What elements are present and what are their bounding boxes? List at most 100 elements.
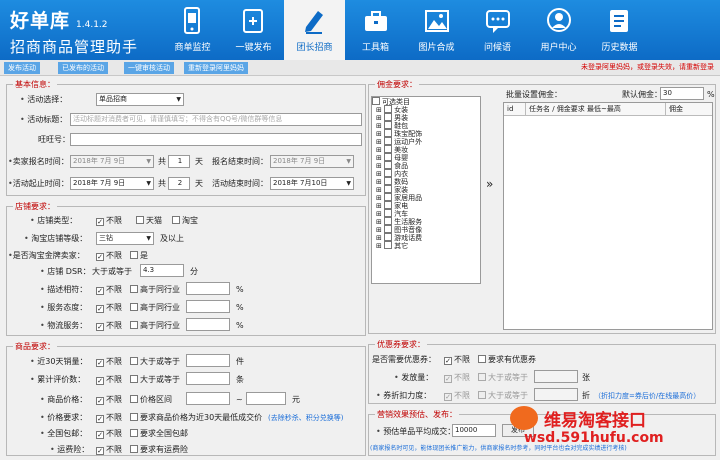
sign-end-date[interactable]: 2018年 7月 9日 ▼: [270, 155, 354, 168]
checkbox[interactable]: [478, 391, 486, 399]
checkbox[interactable]: [136, 216, 144, 224]
checkbox[interactable]: [172, 216, 180, 224]
tree-item[interactable]: ⊞ 运动户外: [372, 137, 480, 146]
desc-input[interactable]: [186, 282, 230, 295]
checkbox[interactable]: [384, 225, 393, 233]
shop-type-taobao[interactable]: 淘宝: [172, 215, 198, 227]
dsr-input[interactable]: 4.3: [140, 264, 184, 277]
tree-item[interactable]: ⊞ 图书音像: [372, 225, 480, 234]
checkbox[interactable]: [384, 145, 393, 153]
checkbox[interactable]: [384, 153, 393, 161]
desc-unlimited[interactable]: ✓ 不限: [96, 284, 122, 296]
gold-yes[interactable]: 是: [130, 250, 148, 262]
coupon-unlimited[interactable]: ✓ 不限: [444, 354, 470, 366]
checkbox[interactable]: [130, 429, 138, 437]
checkbox[interactable]: [130, 413, 138, 421]
checkbox[interactable]: [130, 357, 138, 365]
price-req-unlimited[interactable]: ✓ 不限: [96, 412, 122, 424]
tree-item[interactable]: ⊞ 数码: [372, 177, 480, 186]
shop-type-tmall[interactable]: 天猫: [136, 215, 162, 227]
price-max-input[interactable]: [246, 392, 286, 405]
activity-title-input[interactable]: 活动标题对消费者可见，请谨慎填写；不得含有QQ号/微信群等信息: [70, 113, 362, 126]
act-end-date[interactable]: 2018年 7月10日 ▼: [270, 177, 354, 190]
tree-item[interactable]: ⊞ 男装: [372, 113, 480, 122]
expand-icon[interactable]: ⊞: [376, 242, 382, 250]
nav-history[interactable]: 历史数据: [589, 0, 650, 60]
activity-select[interactable]: 单品招商 ▼: [96, 93, 184, 106]
nav-merchant[interactable]: 团长招商: [284, 0, 345, 60]
checkbox[interactable]: ✓: [444, 393, 452, 401]
coupon-required[interactable]: 要求有优惠券: [478, 354, 536, 366]
checkbox[interactable]: ✓: [96, 447, 104, 455]
checkbox[interactable]: ✓: [96, 377, 104, 385]
checkbox[interactable]: [130, 445, 138, 453]
checkbox[interactable]: [478, 373, 486, 381]
tree-item[interactable]: ⊞ 家居用品: [372, 193, 480, 202]
checkbox[interactable]: [384, 121, 393, 129]
task-table[interactable]: id 任务名 / 佣金要求 最低~最高 佣金: [503, 102, 713, 330]
default-commission-input[interactable]: 30: [660, 87, 704, 100]
logistics-input[interactable]: [186, 318, 230, 331]
checkbox[interactable]: ✓: [96, 415, 104, 423]
checkbox[interactable]: ✓: [96, 287, 104, 295]
checkbox[interactable]: ✓: [96, 397, 104, 405]
desc-above[interactable]: 高于同行业: [130, 284, 180, 296]
avg-deal-input[interactable]: 10000: [452, 424, 496, 437]
checkbox[interactable]: ✓: [96, 253, 104, 261]
discount-unlimited[interactable]: ✓ 不限: [444, 390, 470, 402]
price-req-lowest[interactable]: 要求商品价格为近30天最低成交价: [130, 412, 262, 424]
discount-gte[interactable]: 大于或等于: [478, 390, 528, 402]
checkbox[interactable]: [478, 355, 486, 363]
checkbox[interactable]: [384, 113, 393, 121]
checkbox[interactable]: ✓: [96, 323, 104, 331]
checkbox[interactable]: [384, 177, 393, 185]
checkbox[interactable]: [384, 233, 393, 241]
tree-item[interactable]: ⊞ 母婴: [372, 153, 480, 162]
sales-unlimited[interactable]: ✓ 不限: [96, 356, 122, 368]
nav-toolbox[interactable]: 工具箱: [345, 0, 406, 60]
checkbox[interactable]: [384, 137, 393, 145]
tree-root[interactable]: 可选类目: [372, 97, 480, 106]
tree-item[interactable]: ⊞ 游戏话费: [372, 233, 480, 242]
wangwang-input[interactable]: [70, 133, 362, 146]
checkbox[interactable]: ✓: [96, 431, 104, 439]
checkbox[interactable]: [384, 169, 393, 177]
checkbox[interactable]: ✓: [96, 359, 104, 367]
tree-item[interactable]: ⊞ 其它: [372, 241, 480, 250]
amount-unlimited[interactable]: ✓ 不限: [444, 372, 470, 384]
checkbox[interactable]: [384, 193, 393, 201]
checkbox[interactable]: [130, 285, 138, 293]
act-start-date[interactable]: 2018年 7月 9日 ▼: [70, 177, 154, 190]
tree-item[interactable]: ⊞ 鞋包: [372, 121, 480, 130]
tree-item[interactable]: ⊞ 家电: [372, 201, 480, 210]
service-above[interactable]: 高于同行业: [130, 302, 180, 314]
checkbox[interactable]: [384, 129, 393, 137]
gold-unlimited[interactable]: ✓ 不限: [96, 250, 122, 262]
logistics-above[interactable]: 高于同行业: [130, 320, 180, 332]
nav-greeting[interactable]: 问候语: [467, 0, 528, 60]
checkbox[interactable]: [384, 217, 393, 225]
freeship-unlimited[interactable]: ✓ 不限: [96, 428, 122, 440]
nav-publish[interactable]: 一键发布: [223, 0, 284, 60]
checkbox[interactable]: [384, 161, 393, 169]
tree-item[interactable]: ⊞ 家装: [372, 185, 480, 194]
checkbox[interactable]: [384, 185, 393, 193]
freeship-required[interactable]: 要求全国包邮: [130, 428, 188, 440]
checkbox[interactable]: [384, 201, 393, 209]
checkbox[interactable]: [384, 105, 393, 113]
price-min-input[interactable]: [186, 392, 230, 405]
sales-input[interactable]: [186, 354, 230, 367]
service-input[interactable]: [186, 300, 230, 313]
checkbox[interactable]: [130, 321, 138, 329]
sign-days-input[interactable]: 1: [168, 155, 190, 168]
tree-item[interactable]: ⊞ 汽车: [372, 209, 480, 218]
discount-input[interactable]: [534, 388, 578, 401]
price-range[interactable]: 价格区间: [130, 394, 172, 406]
insurance-required[interactable]: 要求有运费险: [130, 444, 188, 456]
sync-activities-button[interactable]: 一键审核活动: [124, 62, 174, 74]
service-unlimited[interactable]: ✓ 不限: [96, 302, 122, 314]
category-tree[interactable]: 可选类目 ⊞ 女装 ⊞ 男装 ⊞ 鞋包 ⊞ 珠宝配饰 ⊞ 运动户外 ⊞ 美妆 ⊞ 母婴 ⊞ 食…: [371, 96, 481, 284]
tree-item[interactable]: ⊞ 生活服务: [372, 217, 480, 226]
tree-item[interactable]: ⊞ 女装: [372, 105, 480, 114]
nav-monitor[interactable]: 商单监控: [162, 0, 223, 60]
